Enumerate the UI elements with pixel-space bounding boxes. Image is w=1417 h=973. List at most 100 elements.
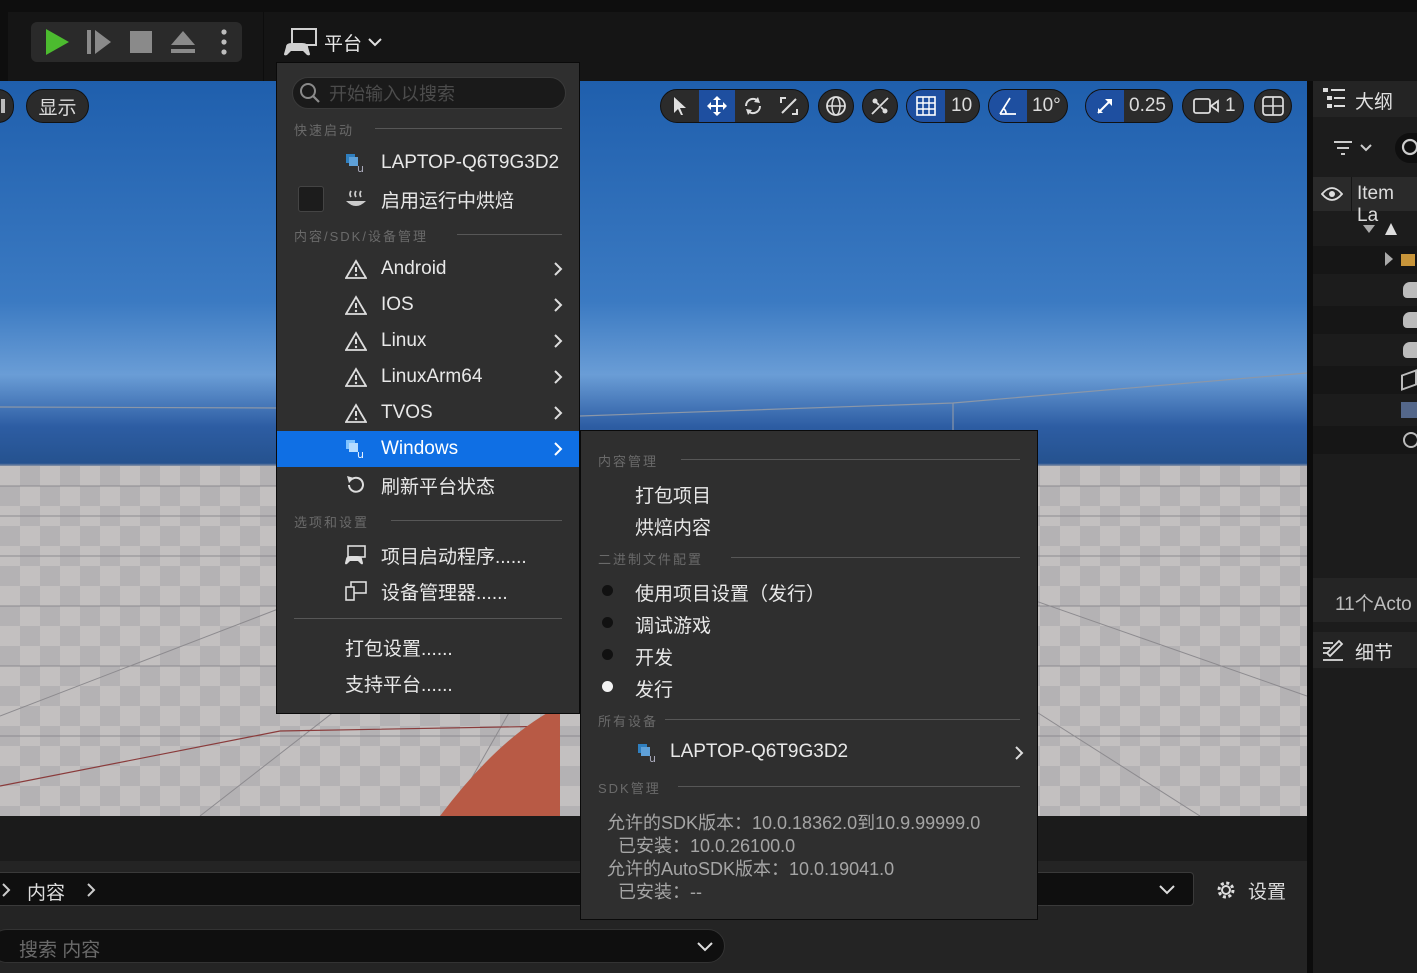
device-manager[interactable]: 设备管理器...... bbox=[277, 573, 579, 609]
warning-icon bbox=[345, 367, 367, 387]
device-manager-icon bbox=[345, 581, 367, 601]
platform-item-ios[interactable]: IOS bbox=[277, 287, 579, 323]
surface-snap-button[interactable] bbox=[862, 89, 898, 123]
move-icon bbox=[707, 96, 727, 116]
packaging-settings-label: 打包设置...... bbox=[345, 638, 453, 660]
scale-snap-toggle[interactable] bbox=[1086, 90, 1124, 122]
supported-platforms[interactable]: 支持平台...... bbox=[277, 665, 579, 701]
show-button[interactable]: 显示 bbox=[26, 89, 89, 123]
quick-launch-device[interactable]: u LAPTOP-Q6T9G3D2 bbox=[277, 145, 579, 181]
play-options-button[interactable] bbox=[205, 22, 243, 62]
world-local-button[interactable] bbox=[818, 89, 854, 123]
refresh-platform-status[interactable]: 刷新平台状态 bbox=[277, 467, 579, 503]
binary-option-label: 使用项目设置（发行） bbox=[635, 584, 826, 605]
toolbar-edge bbox=[0, 12, 8, 81]
rotate-mode-button[interactable] bbox=[735, 90, 771, 122]
outliner-icon bbox=[1323, 88, 1345, 108]
title-bar-strip bbox=[0, 0, 1417, 12]
surface-snap-icon bbox=[871, 97, 889, 115]
menu-icon bbox=[1, 99, 5, 113]
breadcrumb-content[interactable]: 内容 bbox=[27, 878, 65, 905]
tree-row[interactable] bbox=[1313, 366, 1417, 394]
menu-search-input[interactable]: 开始输入以搜索 bbox=[292, 77, 566, 109]
details-icon bbox=[1323, 639, 1344, 661]
tree-row[interactable] bbox=[1313, 276, 1417, 304]
cook-on-fly-checkbox[interactable] bbox=[298, 186, 324, 212]
platform-item-tvos[interactable]: TVOS bbox=[277, 395, 579, 431]
cook-content[interactable]: 烘焙内容 bbox=[635, 513, 711, 540]
volume-icon bbox=[1401, 402, 1417, 418]
content-search-input[interactable]: 搜索 内容 bbox=[0, 929, 725, 963]
scale-snap-control[interactable]: 0.25 bbox=[1085, 89, 1173, 123]
chevron-right-icon bbox=[553, 441, 563, 463]
packaging-settings[interactable]: 打包设置...... bbox=[277, 629, 579, 665]
actor-count: 11个Acto bbox=[1335, 594, 1412, 615]
platform-item-windows[interactable]: u Windows bbox=[277, 431, 579, 467]
outliner-header: 大纲 bbox=[1313, 81, 1417, 117]
platform-item-linux[interactable]: Linux bbox=[277, 323, 579, 359]
eject-button[interactable] bbox=[163, 22, 203, 62]
scale-mode-button[interactable] bbox=[771, 90, 807, 122]
section-divider bbox=[391, 520, 562, 521]
actor-icon bbox=[1403, 312, 1417, 328]
stop-icon bbox=[130, 31, 152, 53]
translate-mode-button[interactable] bbox=[699, 90, 735, 122]
history-dropdown-icon[interactable] bbox=[1159, 885, 1175, 895]
device-item[interactable]: u LAPTOP-Q6T9G3D2 bbox=[581, 735, 1037, 771]
details-header[interactable]: 细节 bbox=[1313, 632, 1417, 668]
actor-icon bbox=[1403, 282, 1417, 298]
layout-icon bbox=[1262, 96, 1284, 116]
play-next-frame-icon bbox=[87, 30, 111, 54]
tree-row[interactable] bbox=[1313, 306, 1417, 334]
tree-row[interactable] bbox=[1313, 336, 1417, 364]
radio-unselected[interactable] bbox=[602, 617, 613, 628]
panel-splitter[interactable] bbox=[1307, 81, 1313, 973]
stop-button[interactable] bbox=[121, 22, 161, 62]
project-launcher[interactable]: 项目启动程序...... bbox=[277, 537, 579, 573]
cursor-icon bbox=[674, 97, 686, 115]
platforms-button[interactable]: 平台 bbox=[284, 24, 382, 60]
platform-item-linuxarm64[interactable]: LinuxArm64 bbox=[277, 359, 579, 395]
section-all-devices: 所有设备 bbox=[598, 714, 659, 729]
main-toolbar: 平台 bbox=[0, 0, 1417, 81]
cook-on-fly-toggle[interactable]: 启用运行中烘焙 bbox=[277, 181, 579, 217]
device-manager-label: 设备管理器...... bbox=[381, 582, 508, 604]
warning-icon bbox=[345, 331, 367, 351]
radio-unselected[interactable] bbox=[602, 585, 613, 596]
radio-selected[interactable] bbox=[602, 681, 613, 692]
tree-row[interactable] bbox=[1313, 246, 1417, 274]
select-mode-button[interactable] bbox=[661, 90, 699, 122]
viewport-layout-button[interactable] bbox=[1254, 89, 1292, 123]
platform-label: Android bbox=[381, 258, 447, 279]
settings-button[interactable]: 设置 bbox=[1214, 876, 1286, 904]
level-bounds-line bbox=[580, 372, 1307, 431]
autosdk-installed-version: 已安装：-- bbox=[618, 882, 702, 902]
rotation-snap-control[interactable]: 10° bbox=[988, 89, 1068, 123]
play-button[interactable] bbox=[37, 22, 77, 62]
rotation-snap-toggle[interactable] bbox=[989, 90, 1027, 122]
section-divider bbox=[457, 234, 562, 235]
section-binary-config: 二进制文件配置 bbox=[598, 552, 704, 567]
play-next-frame-button[interactable] bbox=[79, 22, 119, 62]
camera-speed-value: 1 bbox=[1225, 95, 1236, 116]
actor-icon bbox=[1403, 342, 1417, 358]
details-title: 细节 bbox=[1355, 643, 1394, 664]
svg-text:u: u bbox=[357, 448, 364, 459]
radio-unselected[interactable] bbox=[602, 649, 613, 660]
grid-snap-control[interactable]: 10 bbox=[906, 89, 980, 123]
viewport-menu-button[interactable] bbox=[0, 89, 14, 123]
camera-speed-control[interactable]: 1 bbox=[1182, 89, 1244, 123]
angle-icon bbox=[999, 97, 1016, 115]
grid-snap-toggle[interactable] bbox=[907, 90, 945, 122]
eject-icon bbox=[171, 31, 195, 53]
device-name: LAPTOP-Q6T9G3D2 bbox=[670, 741, 849, 762]
outliner-search-input[interactable] bbox=[1395, 133, 1417, 163]
rotate-icon bbox=[744, 97, 762, 115]
tree-row[interactable] bbox=[1313, 396, 1417, 424]
platform-item-android[interactable]: Android bbox=[277, 251, 579, 287]
chevron-down-icon[interactable] bbox=[697, 942, 713, 952]
tree-row[interactable] bbox=[1313, 216, 1417, 244]
package-project[interactable]: 打包项目 bbox=[635, 481, 711, 508]
tree-row[interactable] bbox=[1313, 426, 1417, 454]
section-sdk: SDK管理 bbox=[598, 781, 661, 796]
